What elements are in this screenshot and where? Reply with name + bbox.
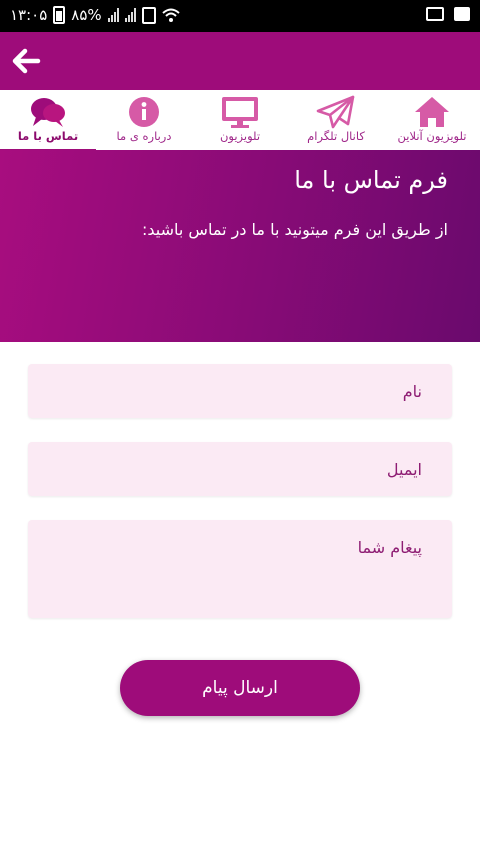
info-icon [96, 95, 192, 129]
tab-telegram-channel-label: کانال تلگرام [307, 129, 365, 143]
tab-contact-us[interactable]: تماس با ما [0, 92, 96, 152]
name-placeholder: نام [402, 382, 422, 401]
back-arrow-icon[interactable] [8, 44, 44, 78]
app-bar [0, 32, 480, 90]
send-message-button[interactable]: ارسال پیام [120, 660, 360, 716]
tab-online-tv[interactable]: تلویزیون آنلاین [384, 92, 480, 152]
status-left: ۱۳:۰۵ ۸۵% [10, 6, 180, 24]
page-title: فرم تماس با ما [294, 166, 448, 194]
image-icon [454, 7, 470, 21]
message-field[interactable]: پیغام شما [28, 520, 452, 618]
tab-telegram-channel[interactable]: کانال تلگرام [288, 92, 384, 152]
monitor-icon [192, 95, 288, 129]
battery-icon [53, 6, 66, 24]
status-time: ۱۳:۰۵ [10, 6, 48, 24]
tab-contact-us-label: تماس با ما [17, 129, 79, 143]
message-placeholder: پیغام شما [357, 538, 422, 557]
home-icon [384, 95, 480, 129]
tab-online-tv-label: تلویزیون آنلاین [397, 129, 467, 143]
wifi-icon [161, 8, 180, 22]
tab-television-label: تلویزیون [219, 129, 261, 143]
status-bar: ۱۳:۰۵ ۸۵% [0, 0, 480, 32]
name-field[interactable]: نام [28, 364, 452, 418]
status-right [426, 7, 470, 21]
signal-icon-2 [124, 8, 136, 22]
sim-icon [141, 6, 156, 24]
signal-icon [107, 8, 119, 22]
cast-icon [426, 7, 444, 21]
status-battery: ۸۵% [71, 6, 102, 24]
page-subtitle: از طریق این فرم میتونید با ما در تماس با… [141, 220, 448, 239]
contact-hero: فرم تماس با ما از طریق این فرم میتونید ب… [0, 150, 480, 342]
chat-bubbles-icon [0, 95, 96, 129]
tab-about-us[interactable]: درباره ی ما [96, 92, 192, 152]
tab-bar: تماس با ما درباره ی ما تلویزیون کانال تل… [0, 90, 480, 152]
email-placeholder: ایمیل [386, 460, 422, 479]
email-field[interactable]: ایمیل [28, 442, 452, 496]
paper-plane-icon [288, 95, 384, 129]
tab-about-us-label: درباره ی ما [116, 129, 172, 143]
tab-television[interactable]: تلویزیون [192, 92, 288, 152]
